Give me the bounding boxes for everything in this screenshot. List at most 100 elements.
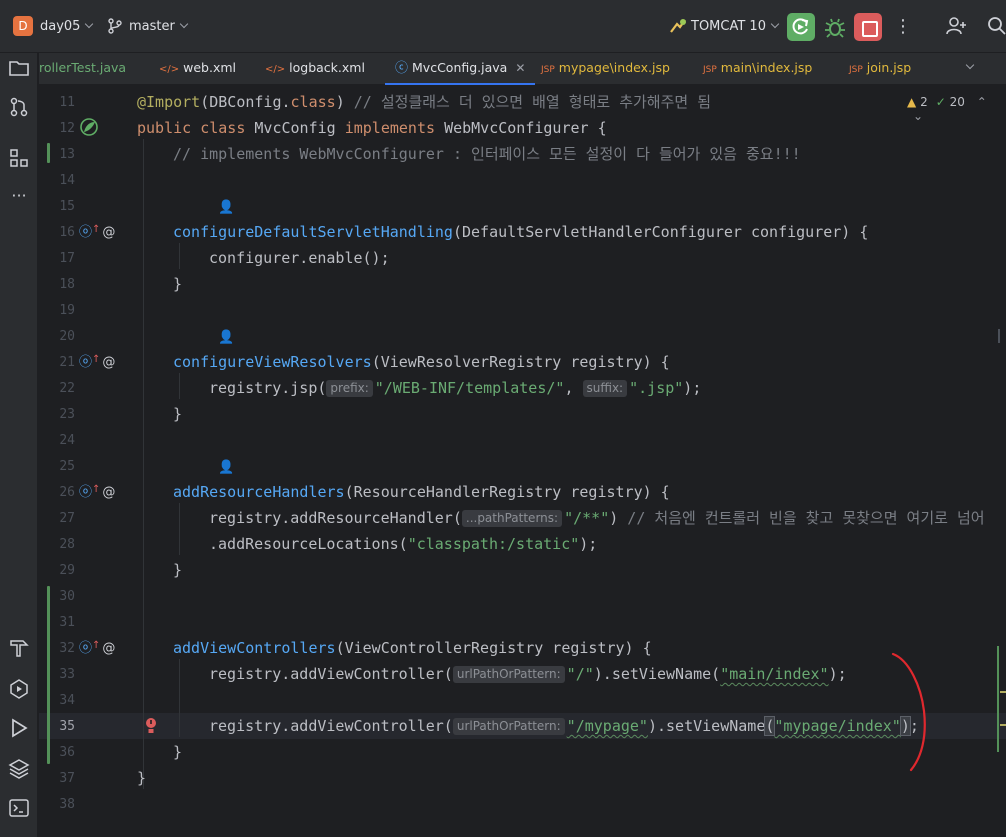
more-actions-icon[interactable]: ⋮: [894, 14, 912, 40]
indent-guide: [179, 243, 180, 269]
line-number: 29: [59, 563, 75, 578]
code-line-27: registry.addResourceHandler(...pathPatte…: [209, 509, 985, 527]
code-area[interactable]: @Import(DBConfig.class) // 설정클래스 더 있으면 배…: [137, 86, 1006, 837]
line-number: 36: [59, 745, 75, 760]
code-editor[interactable]: 11 12 13 14 15 16 17 18 19 20 21 22 23 24 25 26 27 28 29 30…: [39, 86, 1006, 837]
scrollbar-warning-marker: [1000, 724, 1006, 726]
tool-window-strip: ···: [0, 53, 38, 837]
chevron-down-icon: [179, 19, 189, 29]
code-line-21: configureViewResolvers(ViewResolverRegis…: [173, 353, 670, 371]
tab-mvc-config[interactable]: ⓒ MvcConfig.java ✕: [385, 53, 536, 85]
code-line-25: 👤: [218, 460, 239, 475]
rerun-button[interactable]: [787, 13, 815, 41]
tab-label: main\index.jsp: [720, 60, 813, 75]
tab-web-xml[interactable]: </> web.xml: [159, 53, 236, 85]
line-number: 13: [59, 147, 75, 162]
run-config-name: TOMCAT 10: [691, 19, 766, 34]
param-hint: urlPathOrPattern:: [452, 718, 565, 735]
indent-guide: [179, 659, 180, 737]
code-line-12: public class MvcConfig implements WebMvc…: [137, 119, 607, 137]
project-name: day05: [40, 19, 81, 34]
tab-logback-xml[interactable]: </> logback.xml: [265, 53, 365, 85]
code-line-13: // implements WebMvcConfigurer : 인터페이스 모…: [173, 145, 801, 163]
line-number: 18: [59, 277, 75, 292]
chevron-up-icon[interactable]: ⌃: [977, 95, 987, 109]
tab-main-index-jsp[interactable]: JSP main\index.jsp: [703, 53, 812, 85]
code-line-28: .addResourceLocations("classpath:/static…: [209, 535, 598, 553]
branch-selector[interactable]: master: [129, 19, 189, 34]
line-number: 30: [59, 589, 75, 604]
param-hint: urlPathOrPattern:: [452, 666, 565, 683]
tab-label: MvcConfig.java: [412, 60, 508, 75]
commit-icon[interactable]: [8, 96, 30, 118]
code-line-33: registry.addViewController(urlPathOrPatt…: [209, 665, 847, 683]
spring-bean-icon[interactable]: [79, 117, 99, 137]
scrollbar-warning-marker: [1000, 691, 1006, 693]
add-user-icon[interactable]: [944, 14, 968, 38]
line-number: 24: [59, 433, 75, 448]
line-number: 28: [59, 537, 75, 552]
title-bar: D day05 master TOMCAT 10 ⋮: [0, 0, 1006, 53]
line-number: 15: [59, 199, 75, 214]
line-number: 31: [59, 615, 75, 630]
scrollbar-change-marker: [997, 646, 999, 752]
chevron-down-icon: [770, 19, 780, 29]
run-config-selector[interactable]: TOMCAT 10: [691, 19, 780, 34]
code-line-36: }: [173, 743, 183, 761]
line-number: 32: [59, 641, 75, 656]
scrollbar-marker: [998, 329, 1000, 343]
line-number: 34: [59, 693, 75, 708]
search-icon[interactable]: [986, 14, 1006, 38]
code-line-26: addResourceHandlers(ResourceHandlerRegis…: [173, 483, 670, 501]
debug-icon[interactable]: [824, 15, 846, 39]
override-method-icon[interactable]: ⓞ↑ @: [79, 351, 115, 370]
tab-controller-test[interactable]: rollerTest.java: [39, 53, 149, 85]
pen-annotation-stroke: [891, 652, 926, 772]
line-number: 26: [59, 485, 75, 500]
project-badge[interactable]: D: [13, 16, 33, 36]
chevron-down-icon[interactable]: ⌄: [913, 109, 923, 123]
project-selector[interactable]: day05: [40, 19, 94, 34]
check-icon: ✓: [935, 95, 946, 109]
tab-join-jsp[interactable]: JSP join.jsp: [849, 53, 911, 85]
tab-label: rollerTest.java: [39, 60, 127, 75]
code-line-18: }: [173, 275, 183, 293]
close-tab-icon[interactable]: ✕: [515, 61, 525, 75]
line-number: 35: [59, 719, 75, 734]
editor-tabs: rollerTest.java </> web.xml </> logback.xm…: [39, 53, 1006, 85]
param-hint: suffix:: [582, 380, 628, 397]
line-number: 23: [59, 407, 75, 422]
line-number: 37: [59, 771, 75, 786]
project-folder-icon[interactable]: [8, 57, 30, 79]
line-number: 12: [59, 121, 75, 136]
structure-icon[interactable]: [8, 147, 30, 169]
check-count: 20: [949, 95, 965, 109]
stop-button[interactable]: [854, 13, 882, 41]
tab-label: logback.xml: [289, 60, 365, 75]
build-hammer-icon[interactable]: [8, 637, 30, 659]
override-method-icon[interactable]: ⓞ↑ @: [79, 221, 115, 240]
git-branch-icon[interactable]: [108, 18, 122, 34]
override-method-icon[interactable]: ⓞ↑ @: [79, 637, 115, 656]
line-number: 19: [59, 303, 75, 318]
code-line-17: configurer.enable();: [209, 249, 390, 267]
more-tools-icon[interactable]: ···: [8, 187, 30, 209]
tabs-dropdown-icon[interactable]: [965, 60, 975, 70]
override-method-icon[interactable]: ⓞ↑ @: [79, 481, 115, 500]
line-number: 27: [59, 511, 75, 526]
line-number: 22: [59, 381, 75, 396]
line-number: 25: [59, 459, 75, 474]
services-icon[interactable]: [8, 678, 30, 700]
code-line-15: 👤: [218, 200, 239, 215]
run-icon[interactable]: [8, 717, 30, 739]
indent-guide: [179, 503, 180, 555]
terminal-icon[interactable]: [8, 797, 30, 819]
jsp-file-icon: JSP: [541, 65, 555, 75]
xml-file-icon: </>: [265, 64, 286, 75]
code-line-23: }: [173, 405, 183, 423]
tab-mypage-index-jsp[interactable]: JSP mypage\index.jsp: [541, 53, 670, 85]
inspection-widget[interactable]: ▲ 2 ✓ 20 ⌃ ⌄: [907, 95, 1006, 123]
code-line-35: registry.addViewController(urlPathOrPatt…: [209, 716, 919, 736]
layers-icon[interactable]: [8, 757, 30, 779]
